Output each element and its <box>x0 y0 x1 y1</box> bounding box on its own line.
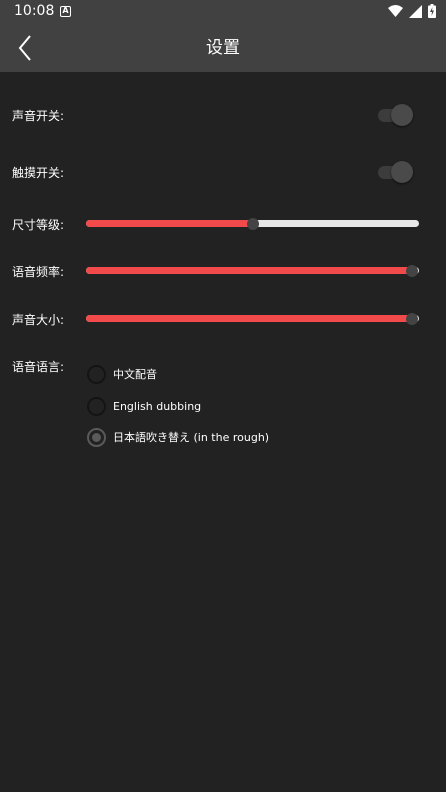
slider-fill <box>86 315 413 322</box>
a-box-icon: A <box>60 6 71 17</box>
touch-switch-label: 触摸开关: <box>12 166 65 180</box>
toggle-thumb <box>391 161 413 183</box>
radio-button[interactable] <box>87 396 106 416</box>
radio-button[interactable] <box>87 364 106 384</box>
radio-label: 日本語吹き替え (in the rough) <box>113 431 270 444</box>
radio-label: English dubbing <box>113 399 202 413</box>
radio-label: 中文配音 <box>113 368 157 381</box>
slider-knob[interactable] <box>246 218 259 230</box>
status-bar: 10:08 A <box>0 0 446 24</box>
volume-label: 声音大小: <box>12 313 65 327</box>
toggle-thumb <box>391 104 413 126</box>
wifi-icon <box>388 4 403 17</box>
volume-slider[interactable] <box>86 312 419 326</box>
size-level-label: 尺寸等级: <box>12 218 65 232</box>
battery-icon <box>428 4 436 18</box>
voice-frequency-label: 语音频率: <box>12 265 65 279</box>
status-time: 10:08 <box>14 3 55 19</box>
voice-language-label: 语音语言: <box>12 360 65 374</box>
voice-frequency-slider[interactable] <box>86 264 419 278</box>
radio-option-english[interactable]: English dubbing <box>87 395 201 417</box>
slider-knob[interactable] <box>406 265 419 277</box>
size-level-slider[interactable] <box>86 217 419 231</box>
sound-switch-toggle[interactable] <box>378 103 414 127</box>
page-title: 设置 <box>206 38 240 58</box>
back-button[interactable] <box>12 32 42 64</box>
sound-switch-label: 声音开关: <box>12 109 65 123</box>
radio-option-japanese[interactable]: 日本語吹き替え (in the rough) <box>87 426 269 448</box>
app-bar: 设置 <box>0 24 446 72</box>
slider-knob[interactable] <box>406 313 419 325</box>
radio-option-chinese[interactable]: 中文配音 <box>87 363 157 385</box>
slider-fill <box>86 220 253 227</box>
radio-button[interactable] <box>87 427 106 447</box>
cell-signal-icon <box>409 4 422 18</box>
status-icons <box>388 4 436 18</box>
slider-fill <box>86 267 413 274</box>
chevron-left-icon <box>18 35 31 61</box>
touch-switch-toggle[interactable] <box>378 160 414 184</box>
